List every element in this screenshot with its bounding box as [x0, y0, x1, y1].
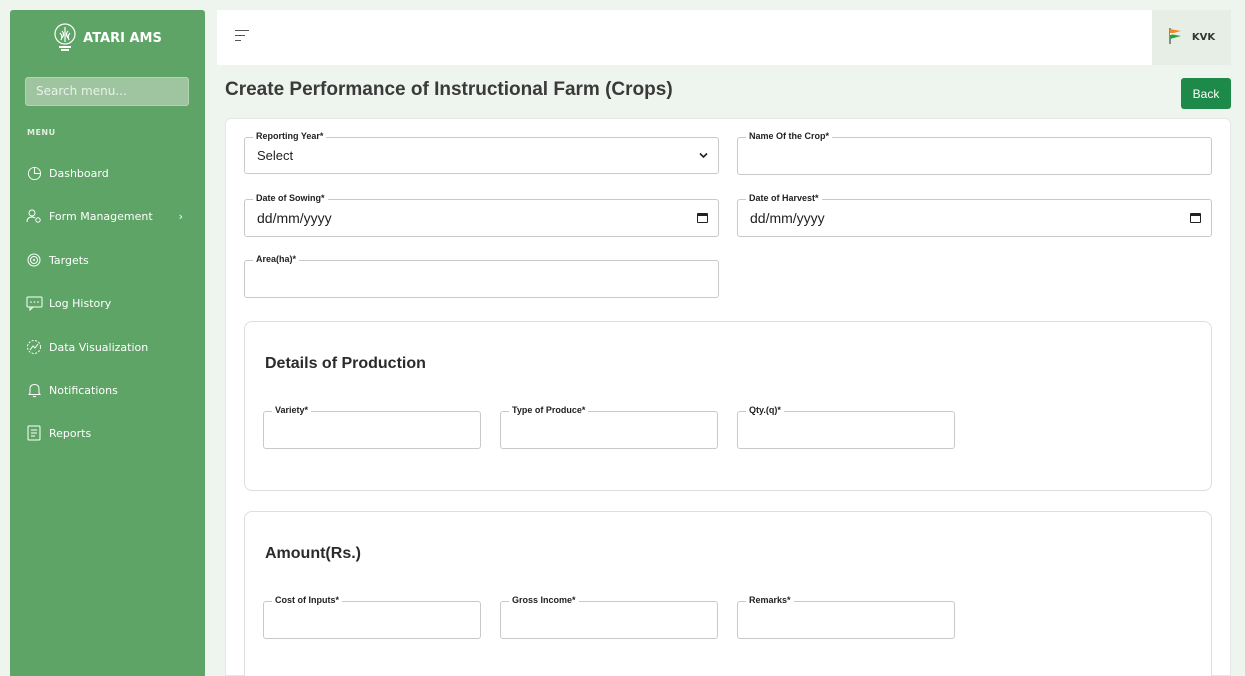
bell-icon: [25, 381, 43, 399]
gross-income-field[interactable]: Gross Income*: [500, 595, 718, 639]
production-section: Details of Production Variety* Type of P…: [244, 321, 1212, 491]
quantity-field[interactable]: Qty.(q)*: [737, 405, 955, 449]
sidebar-item-label: Log History: [49, 296, 112, 310]
menu-section-label: MENU: [27, 128, 56, 137]
variety-field[interactable]: Variety*: [263, 405, 481, 449]
sidebar: ATARI AMS Search menu... MENU Dashboard …: [10, 10, 205, 676]
brand[interactable]: ATARI AMS: [10, 10, 205, 66]
brand-title: ATARI AMS: [83, 30, 162, 46]
user-menu[interactable]: KVK: [1152, 10, 1231, 65]
sidebar-item-targets[interactable]: Targets: [25, 248, 195, 272]
chart-icon: [25, 338, 43, 356]
chevron-down-icon: [699, 149, 708, 162]
sidebar-item-reports[interactable]: Reports: [25, 421, 195, 445]
reporting-year-select[interactable]: Reporting Year* Select: [244, 131, 719, 174]
section-title: Amount(Rs.): [265, 545, 361, 562]
sidebar-item-label: Targets: [49, 253, 89, 267]
message-icon: [25, 294, 43, 312]
user-role-label: KVK: [1191, 32, 1216, 43]
calendar-icon[interactable]: [1190, 213, 1201, 223]
field-label: Reporting Year*: [253, 131, 327, 141]
back-button[interactable]: Back: [1181, 78, 1231, 109]
icar-logo-icon: [53, 22, 77, 54]
remarks-field[interactable]: Remarks*: [737, 595, 955, 639]
date-of-harvest-field[interactable]: Date of Harvest* dd/mm/yyyy: [737, 193, 1212, 237]
sidebar-item-label: Form Management: [49, 209, 153, 223]
field-label: Type of Produce*: [509, 405, 589, 415]
field-label: Variety*: [272, 405, 312, 415]
sidebar-item-label: Reports: [49, 426, 92, 440]
amount-section: Amount(Rs.) Cost of Inputs* Gross Income…: [244, 511, 1212, 676]
date-placeholder: dd/mm/yyyy: [257, 210, 332, 226]
target-icon: [25, 251, 43, 269]
field-label: Qty.(q)*: [746, 405, 784, 415]
type-of-produce-field[interactable]: Type of Produce*: [500, 405, 718, 449]
sidebar-item-log-history[interactable]: Log History: [25, 291, 195, 315]
calendar-icon[interactable]: [697, 213, 708, 223]
field-label: Cost of Inputs*: [272, 595, 342, 605]
field-label: Date of Harvest*: [746, 193, 822, 203]
crop-name-field[interactable]: Name Of the Crop*: [737, 131, 1212, 175]
date-of-sowing-field[interactable]: Date of Sowing* dd/mm/yyyy: [244, 193, 719, 237]
sidebar-item-form-management[interactable]: Form Management ›: [25, 204, 195, 228]
section-title: Details of Production: [265, 355, 426, 372]
field-label: Area(ha)*: [253, 254, 300, 264]
select-value: Select: [257, 148, 294, 163]
chevron-right-icon: ›: [178, 209, 183, 223]
cost-of-inputs-field[interactable]: Cost of Inputs*: [263, 595, 481, 639]
sidebar-item-label: Data Visualization: [49, 340, 149, 354]
form-card: Reporting Year* Select Name Of the Crop*…: [225, 118, 1231, 676]
menu-toggle-icon[interactable]: [235, 30, 249, 42]
users-gear-icon: [25, 207, 43, 225]
search-menu-input[interactable]: Search menu...: [25, 77, 189, 106]
field-label: Date of Sowing*: [253, 193, 328, 203]
pie-chart-icon: [25, 164, 43, 182]
field-label: Gross Income*: [509, 595, 579, 605]
field-label: Remarks*: [746, 595, 794, 605]
flag-icon: [1168, 27, 1184, 48]
page-title: Create Performance of Instructional Farm…: [225, 79, 673, 100]
sidebar-item-dashboard[interactable]: Dashboard: [25, 161, 195, 185]
topbar: KVK: [217, 10, 1231, 65]
sidebar-item-label: Notifications: [49, 383, 118, 397]
report-icon: [25, 424, 43, 442]
sidebar-item-notifications[interactable]: Notifications: [25, 378, 195, 402]
field-label: Name Of the Crop*: [746, 131, 833, 141]
date-placeholder: dd/mm/yyyy: [750, 210, 825, 226]
sidebar-item-data-visualization[interactable]: Data Visualization: [25, 335, 195, 359]
sidebar-item-label: Dashboard: [49, 166, 109, 180]
area-field[interactable]: Area(ha)*: [244, 254, 719, 298]
